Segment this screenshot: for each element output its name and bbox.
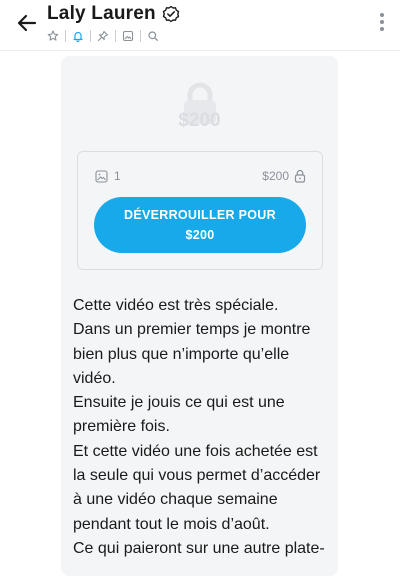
more-vertical-icon[interactable] <box>378 13 386 35</box>
image-icon[interactable] <box>120 28 136 44</box>
title-row: Laly Lauren <box>47 3 180 25</box>
unlock-label: DÉVERROUILLER POUR <box>124 208 276 222</box>
star-icon[interactable] <box>45 28 61 44</box>
caption-line: Cette vidéo est très spéciale. <box>73 297 279 314</box>
caption-line: Et cette vidéo une fois achetée est la s… <box>73 442 321 533</box>
divider <box>140 30 141 42</box>
bell-icon[interactable] <box>70 28 86 44</box>
unlock-price: $200 <box>185 228 215 242</box>
chat-header: Laly Lauren <box>0 0 400 51</box>
verified-icon <box>162 5 180 23</box>
media-count-value: 1 <box>114 169 121 183</box>
divider <box>90 30 91 42</box>
caption-line: Ensuite je jouis ce qui est une première… <box>73 394 285 436</box>
unlock-button[interactable]: DÉVERROUILLER POUR $200 <box>94 197 306 253</box>
divider <box>65 30 66 42</box>
page-title[interactable]: Laly Lauren <box>47 3 156 25</box>
locked-media-preview: $200 <box>61 56 338 151</box>
post-caption: Cette vidéo est très spéciale. Dans un p… <box>73 294 331 561</box>
divider <box>115 30 116 42</box>
caption-line: Dans un premier temps je montre bien plu… <box>73 321 311 387</box>
search-icon[interactable] <box>145 28 161 44</box>
back-arrow-icon[interactable] <box>14 10 40 36</box>
lock-icon <box>294 169 306 183</box>
chat-actions-row <box>45 28 161 44</box>
image-icon <box>95 169 108 183</box>
caption-line: Ce qui paieront sur une autre plate- <box>73 539 325 557</box>
price-value: $200 <box>262 169 289 183</box>
unlock-panel: 1 $200 DÉVERROUILLER POUR $200 <box>77 151 323 270</box>
media-count: 1 <box>95 169 121 183</box>
locked-post-card: $200 1 $200 DÉVERROUILLER POUR $200 Cett… <box>61 56 338 576</box>
price-watermark: $200 <box>178 110 221 131</box>
pin-icon[interactable] <box>95 28 111 44</box>
price-tag: $200 <box>262 169 306 183</box>
